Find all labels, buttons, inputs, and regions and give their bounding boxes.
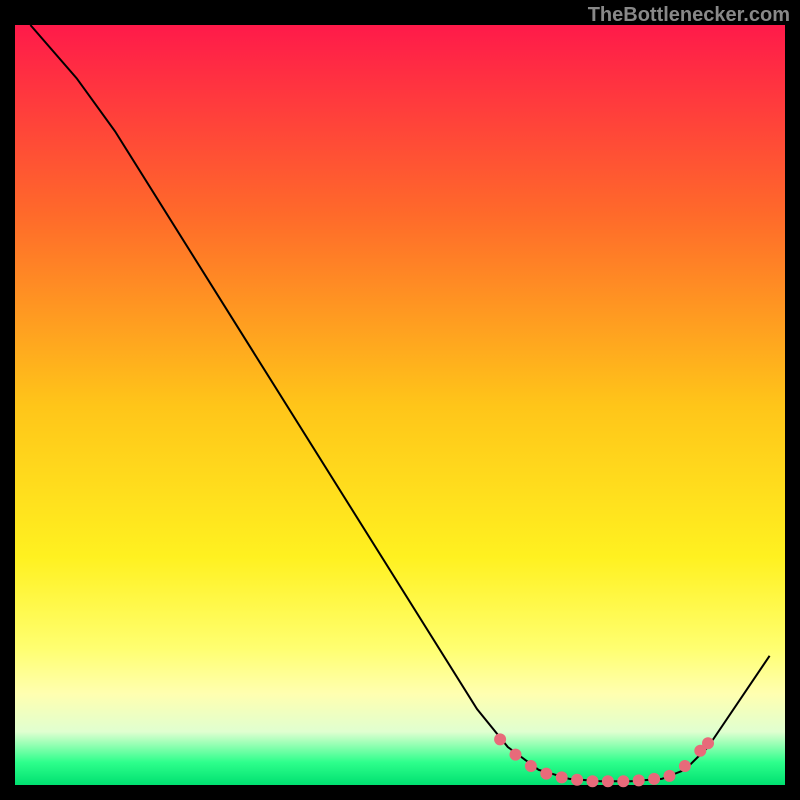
plot-background <box>15 25 785 785</box>
chart-canvas <box>0 0 800 800</box>
marker-dot <box>556 771 568 783</box>
marker-dot <box>679 760 691 772</box>
marker-dot <box>602 775 614 787</box>
bottleneck-chart: TheBottlenecker.com <box>0 0 800 800</box>
marker-dot <box>510 749 522 761</box>
marker-dot <box>664 770 676 782</box>
marker-dot <box>571 774 583 786</box>
marker-dot <box>702 737 714 749</box>
marker-dot <box>648 773 660 785</box>
marker-dot <box>494 733 506 745</box>
marker-dot <box>633 774 645 786</box>
marker-dot <box>617 775 629 787</box>
marker-dot <box>525 760 537 772</box>
marker-dot <box>540 768 552 780</box>
marker-dot <box>587 775 599 787</box>
watermark-text: TheBottlenecker.com <box>588 4 790 27</box>
